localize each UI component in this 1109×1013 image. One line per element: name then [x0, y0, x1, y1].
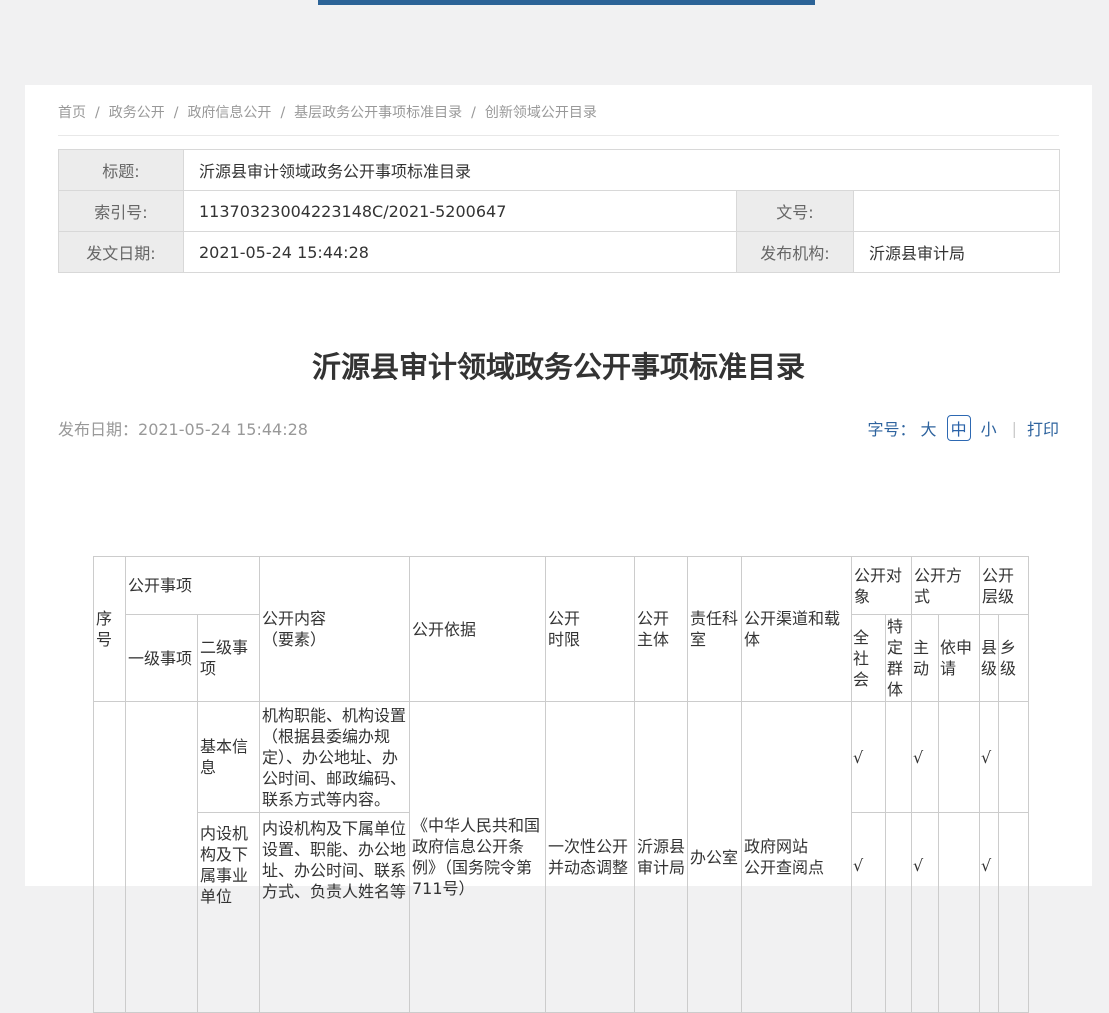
header-channel: 公开渠道和载 体 [742, 557, 852, 702]
publish-toolbar-row: 发布日期：2021-05-24 15:44:28 字号： 大 中 小 | 打印 [58, 415, 1059, 441]
font-size-label: 字号： [868, 416, 916, 440]
header-item-l1: 一级事项 [126, 615, 198, 702]
breadcrumb-home[interactable]: 首页 [58, 105, 86, 121]
check-special-row1 [886, 702, 912, 813]
header-target-special: 特 定 群 体 [886, 615, 912, 702]
check-county-row1: √ [980, 702, 999, 813]
meta-date-label: 发文日期: [59, 232, 184, 273]
meta-row-index: 索引号: 11370323004223148C/2021-5200647 文号: [59, 191, 1060, 232]
font-size-medium-button[interactable]: 中 [947, 415, 971, 441]
check-request-row2 [939, 813, 980, 1013]
cell-content-row1: 机构职能、机构设置 （根据县委编办规 定）、办公地址、办 公时间、邮政编码、 联… [260, 702, 410, 813]
breadcrumb-chuangxin[interactable]: 创新领域公开目录 [485, 105, 597, 121]
font-size-large-button[interactable]: 大 [921, 416, 937, 440]
check-town-row2 [999, 813, 1029, 1013]
header-level-county: 县 级 [980, 615, 999, 702]
document-meta-table: 标题: 沂源县审计领域政务公开事项标准目录 索引号: 1137032300422… [58, 149, 1060, 273]
cell-time-limit: 一次性公开 并动态调整 [546, 702, 635, 1013]
cell-content-row2: 内设机构及下属单位 设置、职能、办公地 址、办公时间、联系 方式、负责人姓名等 [260, 813, 410, 1013]
meta-date-value: 2021-05-24 15:44:28 [184, 232, 737, 273]
header-method-request: 依申 请 [939, 615, 980, 702]
breadcrumb-separator: / [174, 105, 179, 121]
breadcrumb: 首页 / 政务公开 / 政府信息公开 / 基层政务公开事项标准目录 / 创新领域公开目录 [58, 85, 1059, 136]
breadcrumb-separator: / [95, 105, 100, 121]
check-town-row1 [999, 702, 1029, 813]
meta-docnum-label: 文号: [737, 191, 854, 232]
cell-channel: 政府网站 公开查阅点 [742, 702, 852, 1013]
meta-index-value: 11370323004223148C/2021-5200647 [184, 191, 737, 232]
header-method-active: 主 动 [912, 615, 939, 702]
font-size-small-button[interactable]: 小 [981, 416, 997, 440]
meta-row-date: 发文日期: 2021-05-24 15:44:28 发布机构: 沂源县审计局 [59, 232, 1060, 273]
header-level-town: 乡 级 [999, 615, 1029, 702]
header-level-group: 公开 层级 [980, 557, 1029, 615]
cell-department: 办公室 [688, 702, 742, 1013]
content-card: 首页 / 政务公开 / 政府信息公开 / 基层政务公开事项标准目录 / 创新领域公开目录 标题:… [25, 85, 1092, 886]
header-method-group: 公开方式 [912, 557, 980, 615]
breadcrumb-zhengwu[interactable]: 政务公开 [109, 105, 165, 121]
check-request-row1 [939, 702, 980, 813]
header-item-group: 公开事项 [126, 557, 260, 615]
catalog-table: 序 号 公开事项 公开内容 （要素） 公开依据 公开 时限 公开 主体 责任科 … [93, 556, 1029, 1013]
cell-item-l2-row1: 基本信 息 [198, 702, 260, 813]
print-button[interactable]: 打印 [1027, 416, 1059, 440]
check-active-row1: √ [912, 702, 939, 813]
breadcrumb-separator: / [471, 105, 476, 121]
breadcrumb-xinxi[interactable]: 政府信息公开 [187, 105, 271, 121]
publish-date: 发布日期：2021-05-24 15:44:28 [58, 416, 308, 440]
top-nav-bar-fragment [318, 0, 815, 5]
catalog-header-row-1: 序 号 公开事项 公开内容 （要素） 公开依据 公开 时限 公开 主体 责任科 … [94, 557, 1029, 615]
cell-subject: 沂源县 审计局 [635, 702, 688, 1013]
cell-item-l2-row2: 内设机 构及下 属事业 单位 [198, 813, 260, 1013]
page-title: 沂源县审计领域政务公开事项标准目录 [58, 344, 1059, 386]
header-target-all: 全社 会 [852, 615, 886, 702]
header-basis: 公开依据 [410, 557, 546, 702]
check-special-row2 [886, 813, 912, 1013]
cell-item-l1 [126, 702, 198, 1013]
meta-index-label: 索引号: [59, 191, 184, 232]
header-department: 责任科 室 [688, 557, 742, 702]
check-all-row2: √ [852, 813, 886, 1013]
publish-date-value: 2021-05-24 15:44:28 [138, 420, 308, 439]
breadcrumb-jiceng[interactable]: 基层政务公开事项标准目录 [294, 105, 462, 121]
breadcrumb-separator: / [280, 105, 285, 121]
article-tools: 字号： 大 中 小 | 打印 [868, 415, 1059, 441]
publish-date-label: 发布日期： [58, 420, 138, 439]
check-county-row2: √ [980, 813, 999, 1013]
check-active-row2: √ [912, 813, 939, 1013]
toolbar-divider: | [1012, 419, 1017, 438]
header-item-l2: 二级事 项 [198, 615, 260, 702]
catalog-body-row-1: 基本信 息 机构职能、机构设置 （根据县委编办规 定）、办公地址、办 公时间、邮… [94, 702, 1029, 813]
header-subject: 公开 主体 [635, 557, 688, 702]
cell-basis: 《中华人民共和国 政府信息公开条 例》（国务院令第 711号） [410, 702, 546, 1013]
meta-agency-value: 沂源县审计局 [854, 232, 1060, 273]
meta-docnum-value [854, 191, 1060, 232]
meta-title-value: 沂源县审计领域政务公开事项标准目录 [184, 150, 1060, 191]
meta-agency-label: 发布机构: [737, 232, 854, 273]
check-all-row1: √ [852, 702, 886, 813]
header-content: 公开内容 （要素） [260, 557, 410, 702]
meta-title-label: 标题: [59, 150, 184, 191]
cell-seq [94, 702, 126, 1013]
meta-row-title: 标题: 沂源县审计领域政务公开事项标准目录 [59, 150, 1060, 191]
header-time-limit: 公开 时限 [546, 557, 635, 702]
header-seq: 序 号 [94, 557, 126, 702]
header-target-group: 公开对 象 [852, 557, 912, 615]
